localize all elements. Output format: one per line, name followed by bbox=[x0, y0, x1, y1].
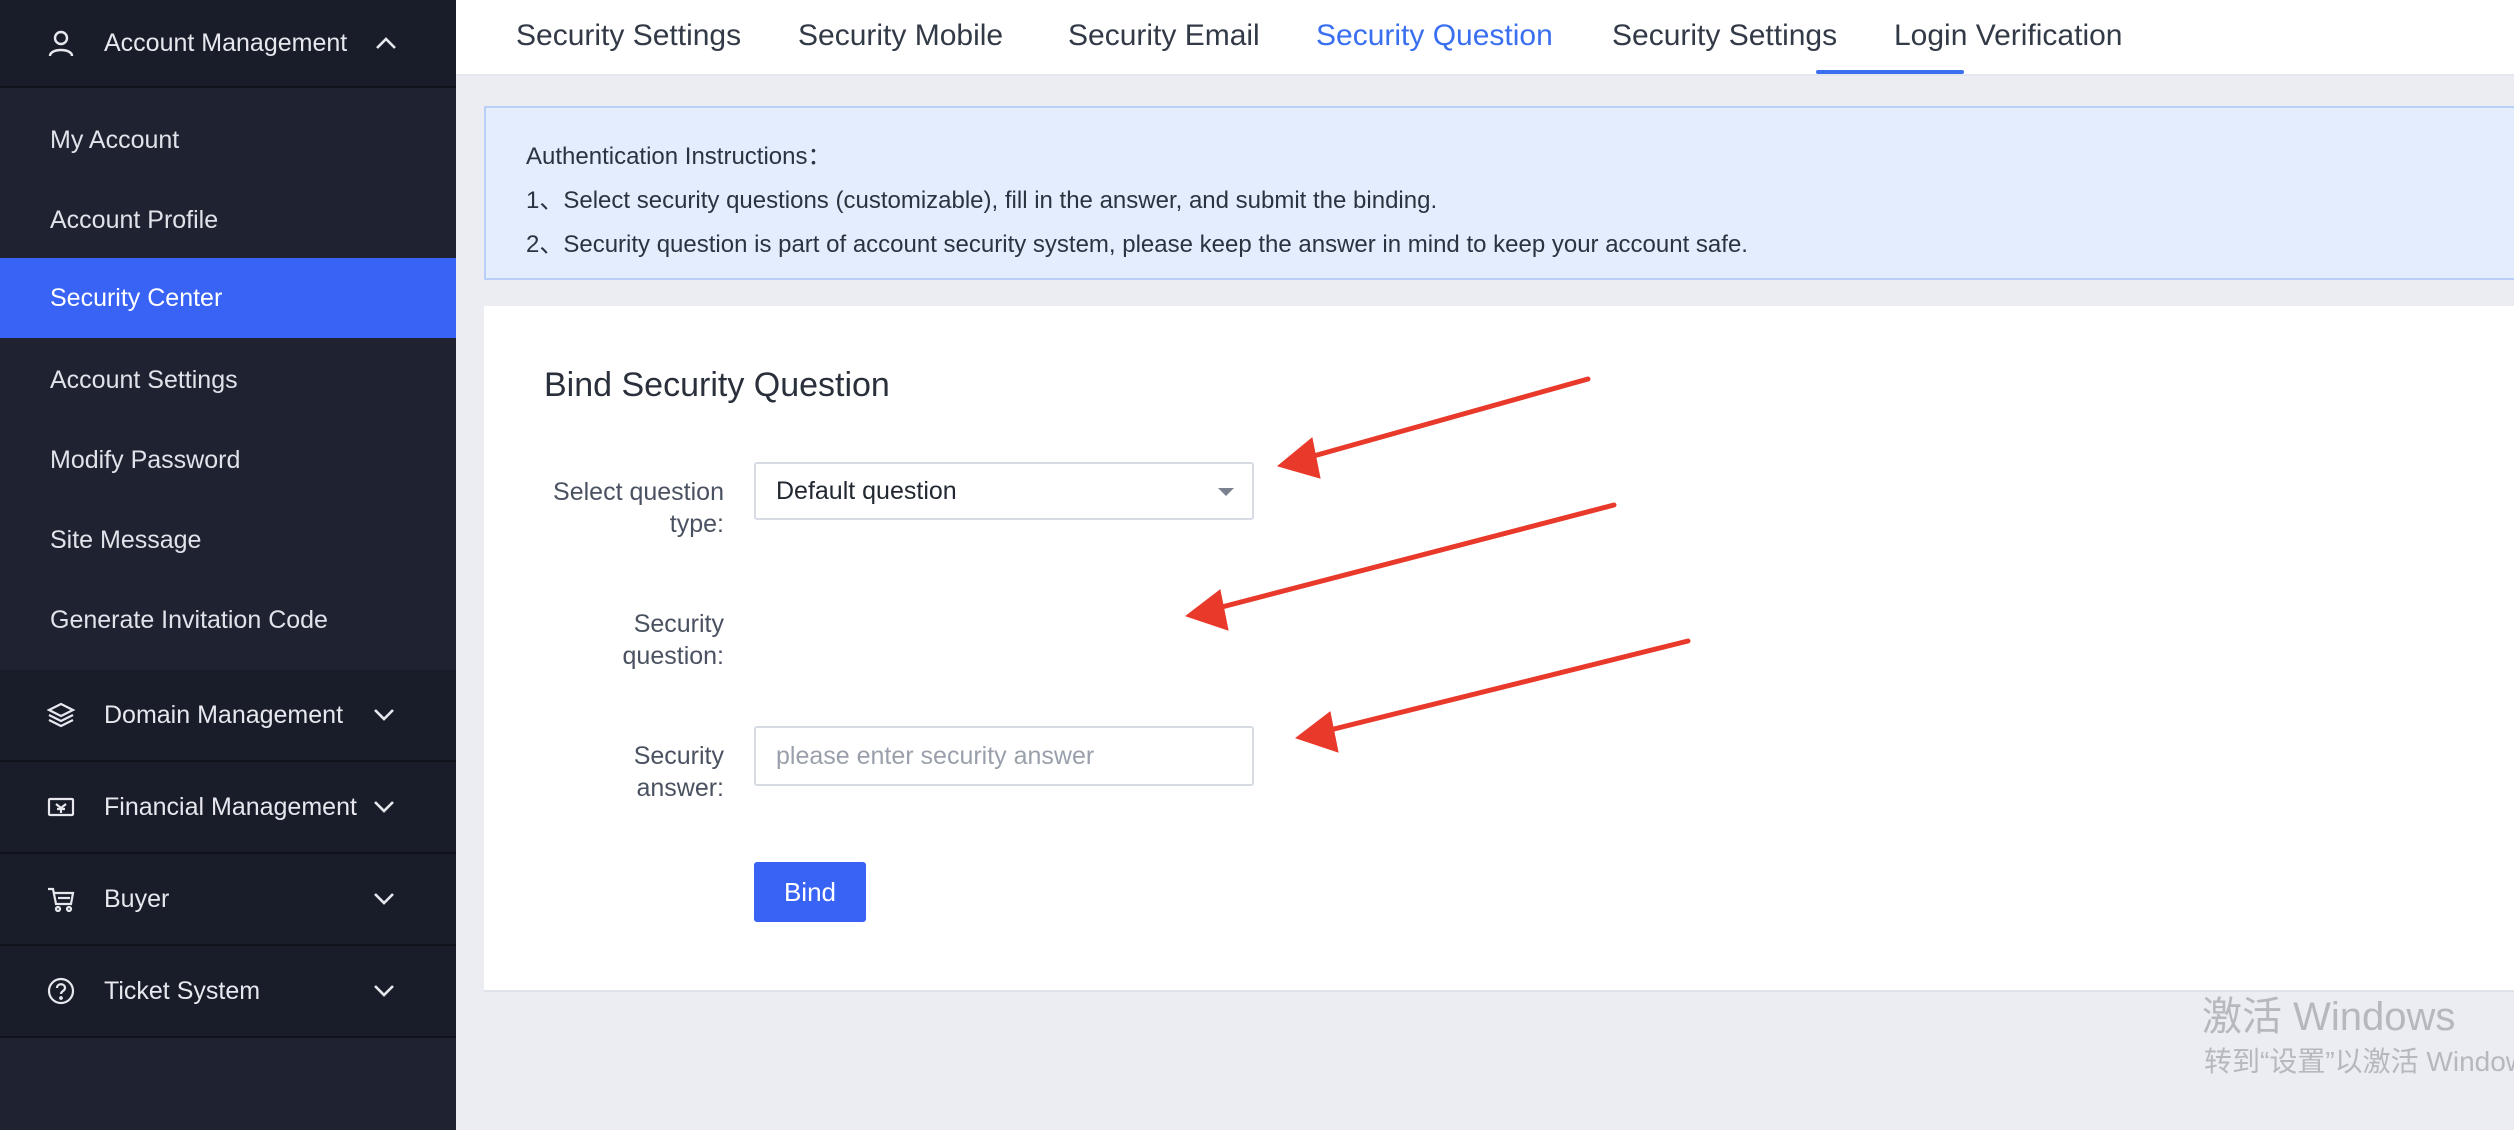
chevron-down-icon bbox=[370, 793, 398, 821]
caret-down-icon bbox=[1218, 488, 1234, 496]
chevron-down-icon bbox=[370, 977, 398, 1005]
chevron-down-icon bbox=[370, 885, 398, 913]
sidebar-item-generate-invitation-code[interactable]: Generate Invitation Code bbox=[0, 580, 456, 660]
instructions-title: Authentication Instructions： bbox=[526, 143, 832, 170]
menu-domain-management[interactable]: Domain Management bbox=[0, 670, 456, 762]
help-icon bbox=[44, 974, 78, 1008]
ticket-icon bbox=[44, 790, 78, 824]
sidebar-item-account-settings[interactable]: Account Settings bbox=[0, 340, 456, 420]
tab-security-settings[interactable]: Security Settings bbox=[516, 0, 741, 74]
security-answer-label-line1: Security bbox=[633, 742, 724, 770]
sidebar-item-label: Modify Password bbox=[50, 445, 241, 474]
menu-financial-management-label: Financial Management bbox=[104, 792, 357, 821]
menu-buyer[interactable]: Buyer bbox=[0, 854, 456, 946]
user-icon bbox=[44, 26, 78, 60]
menu-buyer-label: Buyer bbox=[104, 884, 170, 913]
question-type-select[interactable]: Default question bbox=[754, 462, 1254, 520]
sidebar-item-security-center[interactable]: Security Center bbox=[0, 258, 456, 338]
security-question-label: Security question: bbox=[504, 608, 724, 672]
question-type-label-line2: type: bbox=[669, 510, 724, 538]
menu-account-management[interactable]: Account Management bbox=[0, 0, 456, 88]
security-question-label-line1: Security bbox=[633, 610, 724, 638]
sidebar-item-site-message[interactable]: Site Message bbox=[0, 500, 456, 580]
tab-security-mobile[interactable]: Security Mobile bbox=[798, 0, 1003, 74]
activate-windows-watermark-subtitle: 转到“设置”以激活 Windows。 bbox=[2204, 1046, 2514, 1077]
sidebar-item-account-profile[interactable]: Account Profile bbox=[0, 180, 456, 260]
security-answer-label-line2: answer: bbox=[636, 774, 724, 802]
layers-icon bbox=[44, 698, 78, 732]
menu-domain-management-label: Domain Management bbox=[104, 700, 344, 729]
tab-login-verification[interactable]: Login Verification bbox=[1894, 0, 2123, 74]
sidebar-item-label: My Account bbox=[50, 125, 180, 154]
cart-icon bbox=[44, 882, 78, 916]
menu-ticket-system[interactable]: Ticket System bbox=[0, 946, 456, 1038]
tab-security-settings-2[interactable]: Security Settings bbox=[1612, 0, 1837, 74]
tab-security-email[interactable]: Security Email bbox=[1068, 0, 1260, 74]
bind-button[interactable]: Bind bbox=[754, 862, 866, 922]
menu-account-management-label: Account Management bbox=[104, 28, 348, 57]
sidebar-item-label: Account Profile bbox=[50, 205, 219, 234]
sidebar-item-label: Generate Invitation Code bbox=[50, 605, 328, 634]
question-type-label: Select question type: bbox=[504, 476, 724, 540]
menu-ticket-system-label: Ticket System bbox=[104, 976, 261, 1005]
security-answer-input[interactable] bbox=[754, 726, 1254, 786]
question-type-label-line1: Select question bbox=[553, 478, 724, 506]
bind-security-question-card: Bind Security Question Select question t… bbox=[484, 306, 2514, 992]
sidebar-item-label: Security Center bbox=[50, 283, 223, 312]
tab-bar: Security Settings Security Mobile Securi… bbox=[456, 0, 2514, 76]
menu-financial-management[interactable]: Financial Management bbox=[0, 762, 456, 854]
chevron-up-icon bbox=[372, 29, 400, 57]
sidebar: Account Management My Account Account Pr… bbox=[0, 0, 456, 1130]
instructions-line-2: 2、Security question is part of account s… bbox=[526, 231, 1748, 258]
sidebar-item-my-account[interactable]: My Account bbox=[0, 100, 456, 180]
sidebar-item-modify-password[interactable]: Modify Password bbox=[0, 420, 456, 500]
tab-security-question[interactable]: Security Question bbox=[1316, 0, 1553, 74]
security-answer-label: Security answer: bbox=[504, 740, 724, 804]
activate-windows-watermark-title: 激活 Windows bbox=[2202, 995, 2456, 1039]
security-question-label-line2: question: bbox=[622, 642, 724, 670]
sidebar-item-label: Site Message bbox=[50, 525, 202, 554]
sidebar-item-label: Account Settings bbox=[50, 365, 238, 394]
app-root: Account Management My Account Account Pr… bbox=[0, 0, 2514, 1130]
chevron-down-icon bbox=[370, 701, 398, 729]
question-type-value: Default question bbox=[776, 476, 957, 505]
card-title: Bind Security Question bbox=[544, 366, 890, 404]
authentication-instructions: Authentication Instructions： 1、Select se… bbox=[484, 106, 2514, 280]
instructions-line-1: 1、Select security questions (customizabl… bbox=[526, 187, 1438, 214]
active-tab-indicator bbox=[1816, 70, 1964, 74]
